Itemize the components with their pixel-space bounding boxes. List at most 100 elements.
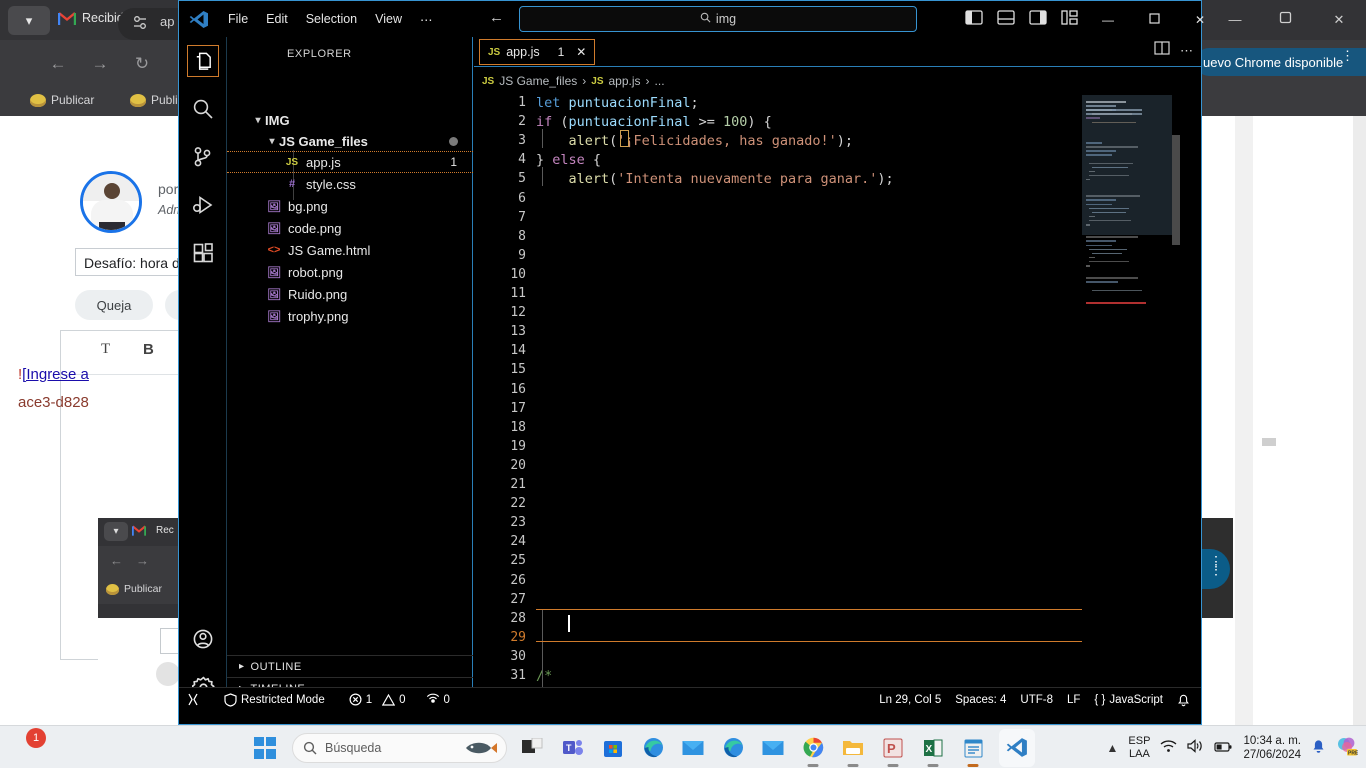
language-mode-status[interactable]: { } JavaScript xyxy=(1087,688,1170,712)
breadcrumb-symbol[interactable]: ... xyxy=(655,74,665,88)
vscode-maximize-button[interactable] xyxy=(1131,9,1177,31)
page-scrollbar[interactable] xyxy=(1353,116,1366,725)
sidebar-item-bg-png[interactable]: 🖼 bg.png xyxy=(227,195,473,217)
bold-button[interactable]: B xyxy=(143,341,154,358)
eol-status[interactable]: LF xyxy=(1060,688,1087,712)
run-and-debug-icon[interactable] xyxy=(187,189,219,221)
clock[interactable]: 10:34 a. m. 27/06/2024 xyxy=(1243,734,1301,762)
sidebar-item-code-png[interactable]: 🖼 code.png xyxy=(227,217,473,239)
toggle-primary-sidebar-icon[interactable] xyxy=(965,10,985,28)
source-control-icon[interactable] xyxy=(187,141,219,173)
microsoft-edge-icon[interactable] xyxy=(639,733,667,763)
excel-icon[interactable]: X xyxy=(919,733,947,767)
sidebar-item-js-game-files[interactable]: ▾ JS Game_files xyxy=(227,130,473,152)
code-line[interactable]: alert('Intenta nuevamente para ganar.'); xyxy=(536,171,894,187)
battery-icon[interactable] xyxy=(1214,740,1233,756)
menu-edit[interactable]: Edit xyxy=(257,8,297,30)
mini-round-button[interactable] xyxy=(156,662,180,686)
sidebar-item-app-js[interactable]: JS app.js 1 xyxy=(227,151,473,173)
menu-view[interactable]: View xyxy=(366,8,411,30)
site-settings-icon[interactable] xyxy=(130,14,152,34)
encoding-status[interactable]: UTF-8 xyxy=(1013,688,1060,712)
notepad-icon[interactable] xyxy=(959,733,987,767)
sidebar-item-img[interactable]: ▾ IMG xyxy=(227,109,473,131)
cursor-position-status[interactable]: Ln 29, Col 5 xyxy=(872,688,948,712)
editor-scrollbar[interactable] xyxy=(1185,95,1199,687)
queja-button[interactable]: Queja xyxy=(75,290,153,320)
ports-status[interactable]: 0 xyxy=(419,688,457,712)
menu-selection[interactable]: Selection xyxy=(297,8,366,30)
sidebar-section-outline[interactable]: ▸ OUTLINE xyxy=(227,655,473,677)
sidebar-item-js-game-html[interactable]: <> JS Game.html xyxy=(227,239,473,261)
accounts-icon[interactable] xyxy=(187,623,219,655)
browser-back-button[interactable]: ← xyxy=(46,52,70,76)
explorer-icon[interactable] xyxy=(187,45,219,77)
wifi-icon[interactable] xyxy=(1160,739,1177,756)
bookmark-publicar[interactable]: Publicar xyxy=(30,93,94,107)
microsoft-edge-icon-2[interactable] xyxy=(719,733,747,763)
minimap-slider[interactable] xyxy=(1082,95,1172,235)
markdown-link-text[interactable]: [Ingrese a xyxy=(22,366,89,383)
code-editor[interactable]: 1 2 3 4 5 6 7 8 9 10 11 12 13 14 15 16 17 18 19 20 21 22 23 24 2… xyxy=(474,95,1201,687)
breadcrumb-folder[interactable]: JS Game_files xyxy=(499,74,577,88)
code-line[interactable]: } else { xyxy=(536,152,601,168)
taskbar-notification-badge[interactable]: 1 xyxy=(26,728,46,748)
toggle-secondary-sidebar-icon[interactable] xyxy=(1029,10,1049,28)
sidebar-item-trophy-png[interactable]: 🖼 trophy.png xyxy=(227,305,473,327)
browser-forward-button[interactable]: → xyxy=(88,52,112,76)
close-icon[interactable]: ✕ xyxy=(576,45,586,59)
restricted-mode-status[interactable]: Restricted Mode xyxy=(217,688,332,712)
code-line[interactable]: let puntuacionFinal; xyxy=(536,95,699,111)
mini-tab-chevron-icon[interactable]: ▾ xyxy=(104,522,128,541)
banner-more-icon[interactable]: ⋮ xyxy=(1341,49,1354,62)
scroll-thumb[interactable] xyxy=(1262,438,1276,446)
bell-icon[interactable] xyxy=(1311,738,1326,757)
taskbar-search-box[interactable]: Búsqueda xyxy=(292,732,507,763)
language-indicator[interactable]: ESP LAA xyxy=(1128,735,1150,761)
vscode-close-button[interactable]: ✕ xyxy=(1177,9,1223,31)
address-bar-text[interactable]: ap xyxy=(160,14,174,29)
sidebar-item-ruido-png[interactable]: 🖼 Ruido.png xyxy=(227,283,473,305)
extensions-icon[interactable] xyxy=(187,237,219,269)
toggle-panel-icon[interactable] xyxy=(997,10,1017,28)
browser-close-button[interactable]: ✕ xyxy=(1316,8,1362,32)
command-center-search[interactable]: img xyxy=(519,6,917,32)
copilot-pre-icon[interactable]: PRE xyxy=(1336,736,1359,759)
mail-icon[interactable] xyxy=(679,733,707,763)
mail-icon-2[interactable] xyxy=(759,733,787,763)
mini-bookmark[interactable]: Publicar xyxy=(106,583,162,595)
problems-status[interactable]: 1 0 xyxy=(342,688,413,712)
code-line[interactable]: /* xyxy=(536,668,552,684)
sidebar-item-style-css[interactable]: # style.css xyxy=(227,173,473,195)
task-view-icon[interactable] xyxy=(519,733,547,763)
google-chrome-icon[interactable] xyxy=(799,733,827,767)
microsoft-store-icon[interactable] xyxy=(599,733,627,763)
search-icon[interactable] xyxy=(187,93,219,125)
notifications-bell-icon[interactable] xyxy=(1170,688,1197,712)
text-style-button[interactable]: T xyxy=(101,341,110,358)
volume-icon[interactable] xyxy=(1187,739,1204,756)
markdown-image-link[interactable]: ![Ingrese a xyxy=(18,366,89,383)
powerpoint-icon[interactable]: P xyxy=(879,733,907,767)
file-explorer-icon[interactable] xyxy=(839,733,867,767)
go-back-icon[interactable]: ← xyxy=(489,9,504,26)
browser-reload-button[interactable]: ↻ xyxy=(130,52,154,76)
sidebar-item-robot-png[interactable]: 🖼 robot.png xyxy=(227,261,473,283)
mini-forward-button[interactable]: → xyxy=(136,553,149,568)
code-line[interactable]: if (puntuacionFinal >= 100) { xyxy=(536,114,772,130)
editor-more-actions-icon[interactable]: ⋯ xyxy=(1180,43,1193,59)
customize-layout-icon[interactable] xyxy=(1061,10,1081,28)
browser-maximize-button[interactable] xyxy=(1262,8,1308,32)
indentation-status[interactable]: Spaces: 4 xyxy=(948,688,1013,712)
remote-window-icon[interactable] xyxy=(179,688,207,712)
split-editor-icon[interactable] xyxy=(1154,41,1170,60)
editor-tab-app-js[interactable]: JS app.js 1 ✕ xyxy=(479,39,596,65)
code-line[interactable]: alert('¡Felicidades, has ganado!'); xyxy=(536,133,854,149)
mini-back-button[interactable]: ← xyxy=(110,553,123,568)
chrome-update-banner[interactable]: uevo Chrome disponible ⋮ xyxy=(1195,48,1366,76)
tab-search-chevron-icon[interactable]: ▾ xyxy=(8,6,50,35)
visual-studio-code-icon[interactable] xyxy=(999,728,1035,768)
menu-file[interactable]: File xyxy=(219,8,257,30)
mini-tab-title[interactable]: Rec xyxy=(156,525,174,536)
menu-more-icon[interactable]: ⋯ xyxy=(411,8,442,31)
